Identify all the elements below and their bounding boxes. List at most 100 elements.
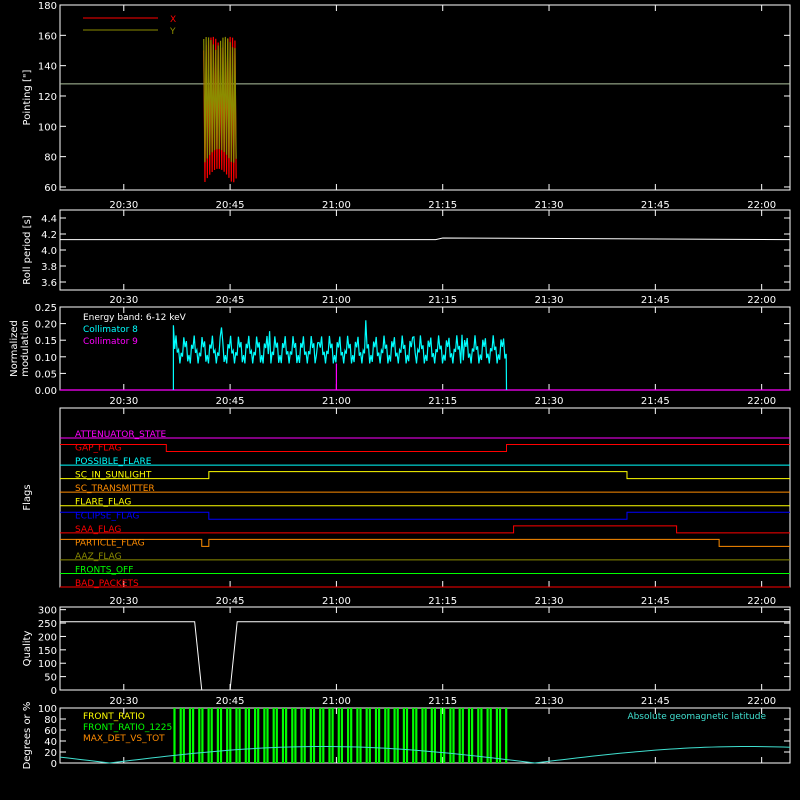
ratios-legend-1: FRONT_RATIO_1225 — [83, 723, 172, 733]
ratios-ytick-label-3: 60 — [44, 726, 57, 737]
ratios-front-ratio-bar — [219, 708, 223, 763]
pointing-xtick-label-1: 20:45 — [216, 200, 245, 211]
ratios-front-ratio-bar — [470, 708, 474, 763]
ratios-front-ratio-bar — [480, 708, 483, 763]
ratios-ytick-label-4: 80 — [44, 715, 57, 726]
ratios-front-ratio-bar — [284, 708, 288, 763]
ratios-front-ratio-bar — [173, 708, 176, 763]
ratios-front-ratio-bar — [430, 708, 433, 763]
quality-ytick-label-0: 0 — [51, 686, 57, 697]
flag-label-gap-flag: GAP_FLAG — [75, 444, 121, 454]
roll-xtick-label-2: 21:00 — [322, 295, 351, 306]
flags-xtick-label-0: 20:30 — [109, 596, 138, 607]
flag-label-particle-flag: PARTICLE_FLAG — [75, 538, 145, 548]
ratios-front-ratio-bar — [322, 708, 325, 763]
roll-ytick-label-1: 3.8 — [41, 262, 57, 273]
modulation-ytick-label-1: 0.05 — [35, 369, 57, 380]
ratios-legend-0: FRONT_RATIO — [83, 712, 145, 722]
flags-xtick-label-3: 21:15 — [428, 596, 457, 607]
quality-xtick-label-2: 21:00 — [322, 696, 351, 707]
quality-xtick-label-0: 20:30 — [109, 696, 138, 707]
flag-label-sc-transmitter: SC_TRANSMITTER — [75, 484, 155, 494]
roll-xtick-label-5: 21:45 — [641, 295, 670, 306]
pointing-ytick-label-4: 140 — [38, 62, 57, 73]
ratios-front-ratio-bar — [275, 708, 278, 763]
modulation-ytick-label-0: 0.00 — [35, 386, 57, 397]
flags-xtick-label-6: 22:00 — [747, 596, 776, 607]
ratios-legend-2: MAX_DET_VS_TOT — [83, 734, 165, 744]
pointing-ytick-label-3: 120 — [38, 92, 57, 103]
ratios-front-ratio-bar — [495, 708, 498, 763]
ratios-front-ratio-bar — [486, 708, 489, 763]
ratios-front-ratio-bar — [377, 708, 381, 763]
ratios-front-ratio-bar — [207, 708, 210, 763]
flags-xtick-label-5: 21:45 — [641, 596, 670, 607]
flag-line-particle-flag — [60, 538, 790, 547]
ratios-front-ratio-bar — [405, 708, 409, 763]
pointing-ytick-label-6: 180 — [38, 1, 57, 12]
ratios-front-ratio-bar — [368, 708, 371, 763]
flags-xtick-label-4: 21:30 — [535, 596, 564, 607]
ratios-front-ratio-bar — [210, 708, 213, 763]
flag-line-sc-in-sunlight — [60, 471, 790, 480]
ratios-annotation: Absolute geomagnetic latitude — [627, 712, 766, 722]
pointing-xtick-label-5: 21:45 — [641, 200, 670, 211]
flag-label-attenuator-state: ATTENUATOR_STATE — [75, 430, 167, 440]
ratios-front-ratio-bar — [294, 708, 297, 763]
roll-xtick-label-1: 20:45 — [216, 295, 245, 306]
ratios-front-ratio-bar — [244, 708, 247, 763]
ratios-front-ratio-bar — [505, 708, 508, 763]
quality-xtick-label-1: 20:45 — [216, 696, 245, 707]
modulation-ytick-label-2: 0.10 — [35, 353, 57, 364]
ratios-front-ratio-bar — [340, 708, 343, 763]
roll-ytick-label-4: 4.4 — [41, 214, 57, 225]
ratios-front-ratio-bar — [337, 708, 340, 763]
modulation-ytick-label-3: 0.15 — [35, 336, 57, 347]
ratios-front-ratio-bar — [449, 708, 452, 763]
modulation-ylabel-1: Normalized — [9, 320, 20, 377]
ratios-front-ratio-bar — [498, 708, 502, 763]
ratios-front-ratio-bar — [300, 708, 303, 763]
pointing-xtick-label-3: 21:15 — [428, 200, 457, 211]
ratios-ytick-label-0: 0 — [51, 759, 57, 770]
roll-ytick-label-0: 3.6 — [41, 278, 57, 289]
ratios-front-ratio-bar — [421, 708, 424, 763]
quality-xtick-label-5: 21:45 — [641, 696, 670, 707]
ratios-front-ratio-bar — [247, 708, 250, 763]
quality-ytick-label-1: 50 — [44, 673, 57, 684]
ratios-front-ratio-bar — [309, 708, 312, 763]
multi-panel-chart: 20:30 20:45 21:00 21:15 21:30 21:45 22:00 Point… — [9, 1, 791, 770]
ratios-front-ratio-bar — [253, 708, 257, 763]
quality-ytick-label-2: 100 — [38, 659, 57, 670]
flags-xtick-label-1: 20:45 — [216, 596, 245, 607]
ratios-ytick-label-1: 20 — [44, 748, 57, 759]
flag-line-saa-flag — [60, 525, 790, 534]
flag-label-saa-flag: SAA_FLAG — [75, 525, 121, 535]
ratios-front-ratio-bar — [191, 708, 195, 763]
ratios-ytick-label-5: 100 — [38, 704, 57, 715]
ratios-front-ratio-bar — [415, 708, 418, 763]
flag-line-eclipse-flag — [60, 511, 790, 520]
flag-label-flare-flag: FLARE_FLAG — [75, 498, 131, 508]
pointing-series-Y — [203, 36, 237, 163]
modulation-legend-0: Energy band: 6-12 keV — [83, 313, 187, 323]
quality-ytick-label-5: 250 — [38, 619, 57, 630]
quality-frame — [59, 606, 791, 691]
pointing-ytick-label-5: 160 — [38, 31, 57, 42]
flag-label-possible-flare: POSSIBLE_FLARE — [75, 457, 152, 467]
modulation-ylabel-2: modulation — [20, 320, 31, 377]
pointing-xtick-label-2: 21:00 — [322, 200, 351, 211]
ratios-front-ratio-bar — [272, 708, 275, 763]
ratios-front-ratio-bar — [303, 708, 306, 763]
modulation-legend-1: Collimator 8 — [83, 325, 138, 335]
quality-xtick-label-4: 21:30 — [535, 696, 564, 707]
ratios-front-ratio-bar — [387, 708, 390, 763]
flag-label-aaz-flag: AAZ_FLAG — [75, 552, 122, 562]
ratios-front-ratio-bar — [346, 708, 350, 763]
ratios-front-ratio-bar — [424, 708, 427, 763]
ratios-front-ratio-bar — [439, 708, 443, 763]
ratios-front-ratio-bar — [198, 708, 201, 763]
ratios-front-ratio-bar — [402, 708, 405, 763]
roll-ytick-label-2: 4.0 — [41, 246, 57, 257]
quality-series-line — [60, 621, 790, 691]
